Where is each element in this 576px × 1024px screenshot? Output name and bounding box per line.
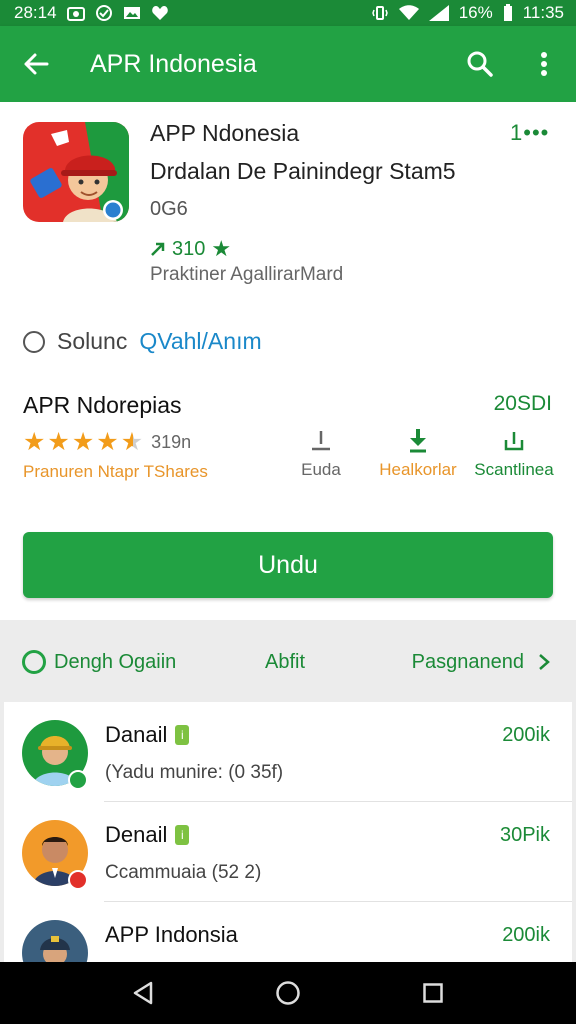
- battery-percent: 16%: [458, 3, 493, 22]
- option-link[interactable]: QVahl/Anım: [139, 328, 261, 355]
- status-left: 28:14: [14, 3, 169, 23]
- avatar-badge: [68, 770, 88, 790]
- app-code: 0G6: [150, 198, 188, 220]
- app-icon: [23, 122, 129, 222]
- radio-button[interactable]: [23, 330, 45, 353]
- stat-label: Scantlinea: [474, 460, 554, 479]
- star-icon: ★: [71, 428, 95, 456]
- back-button[interactable]: [0, 26, 72, 102]
- square-recents-icon: [423, 983, 444, 1003]
- search-button[interactable]: [448, 26, 512, 102]
- list-item-name: APP Indonsia: [105, 922, 238, 948]
- star-icon: ★: [23, 428, 46, 456]
- star-icon: ★: [47, 428, 70, 456]
- app-detail-card: APP Ndonesia Drdalan De Painindegr Stam5…: [0, 102, 576, 620]
- rating-count: 319n: [151, 432, 192, 452]
- list-item[interactable]: Danail i (Yadu munire: (0 35f) 200ik: [4, 702, 572, 802]
- more-vert-icon: [541, 52, 547, 76]
- triangle-back-icon: [133, 981, 152, 1005]
- back-arrow-icon: [24, 53, 49, 75]
- install-button[interactable]: Undu: [23, 532, 553, 598]
- list-item-name-text: Danail: [105, 722, 168, 747]
- filter-left-label: Dengh Ogaiin: [54, 650, 177, 673]
- wifi-icon: [398, 5, 419, 20]
- stat-label: Healkorlar: [379, 460, 457, 479]
- stars-caption: Pranuren Ntapr TShares: [23, 462, 208, 481]
- list-item-name: Denail i: [105, 822, 190, 848]
- list-item-name-text: APP Indonsia: [105, 922, 238, 947]
- camera-notification-icon: [66, 7, 85, 21]
- filter-row: Dengh Ogaiin Abfit Pasgnanend: [0, 630, 576, 694]
- nav-recents-button[interactable]: [403, 968, 463, 1018]
- app-rating: 310 ★: [150, 236, 231, 262]
- status-time: 28:14: [14, 3, 57, 22]
- message-notification-icon: [95, 5, 112, 21]
- stat-healkorlar[interactable]: Healkorlar: [378, 424, 458, 480]
- list-item-subtitle: (Yadu munire: (0 35f): [105, 762, 284, 783]
- app-subtitle: Drdalan De Painindegr Stam5: [150, 158, 456, 184]
- heart-notification-icon: [151, 6, 168, 20]
- star-icon: ★: [211, 236, 232, 261]
- list-item-count: 30Pik: [499, 824, 550, 846]
- trend-arrow-icon: [151, 242, 165, 256]
- status-bar: 28:14 16% 11:35: [0, 0, 576, 26]
- list-item-count: 200ik: [502, 724, 550, 746]
- more-options-button[interactable]: 1•••: [510, 120, 549, 146]
- overflow-menu-button[interactable]: [512, 26, 576, 102]
- circle-home-icon: [276, 981, 300, 1005]
- list-item-name-text: Denail: [105, 822, 168, 847]
- option-label: Solunc: [57, 328, 128, 354]
- option-row[interactable]: Solunc QVahl/Anım: [23, 328, 262, 355]
- search-icon: [467, 51, 493, 77]
- filter-right-label: Pasgnanend: [411, 650, 524, 673]
- stat-euda[interactable]: Euda: [295, 424, 347, 480]
- ring-icon: [22, 650, 46, 674]
- gallery-notification-icon: [123, 7, 140, 19]
- filter-left[interactable]: Dengh Ogaiin: [22, 650, 176, 674]
- battery-icon: [503, 4, 512, 21]
- download-arrow-icon: [378, 424, 458, 456]
- stats-title: APR Ndorepias: [23, 392, 182, 418]
- avatar-badge: [68, 870, 88, 890]
- review-list: Danail i (Yadu munire: (0 35f) 200ik Den…: [4, 702, 572, 986]
- nav-home-button[interactable]: [258, 968, 318, 1018]
- share-icon: [468, 424, 560, 456]
- app-bar: APR Indonesia: [0, 26, 576, 102]
- nav-back-button[interactable]: [113, 968, 173, 1018]
- app-name: APP Ndonesia: [150, 120, 300, 146]
- vibrate-icon: [371, 6, 388, 20]
- chevron-right-icon: [539, 654, 550, 670]
- list-item-name: Danail i: [105, 722, 190, 748]
- star-half-icon: ★: [120, 428, 144, 456]
- stats-size: 20SDI: [493, 392, 552, 415]
- status-right: 16% 11:35: [371, 3, 564, 23]
- app-screen: 28:14 16% 11:35 APR Indonesia APP Ndones…: [0, 0, 576, 1024]
- filter-right[interactable]: Pasgnanend: [412, 651, 550, 674]
- navigation-bar: [0, 962, 576, 1024]
- list-item-count: 200ik: [502, 924, 550, 946]
- app-bar-title: APR Indonesia: [90, 49, 257, 78]
- list-item[interactable]: Denail i Ccammuaia (52 2) 30Pik: [4, 802, 572, 902]
- status-clock: 11:35: [522, 3, 564, 22]
- rating-value: 310: [172, 237, 206, 260]
- signal-icon: [428, 5, 449, 21]
- stat-scantlinea[interactable]: Scantlinea: [468, 424, 560, 480]
- star-icon: ★: [96, 428, 119, 456]
- stat-label: Euda: [301, 460, 341, 479]
- filter-middle[interactable]: Abfit: [265, 651, 305, 674]
- star-rating: ★ ★ ★ ★ ★ 319n: [23, 430, 191, 455]
- developer-name: Praktiner AgallirarMard: [150, 264, 344, 285]
- verified-icon: i: [175, 725, 190, 745]
- list-item-subtitle: Ccammuaia (52 2): [105, 862, 262, 883]
- verified-icon: i: [175, 825, 190, 845]
- download-outline-icon: [295, 424, 347, 456]
